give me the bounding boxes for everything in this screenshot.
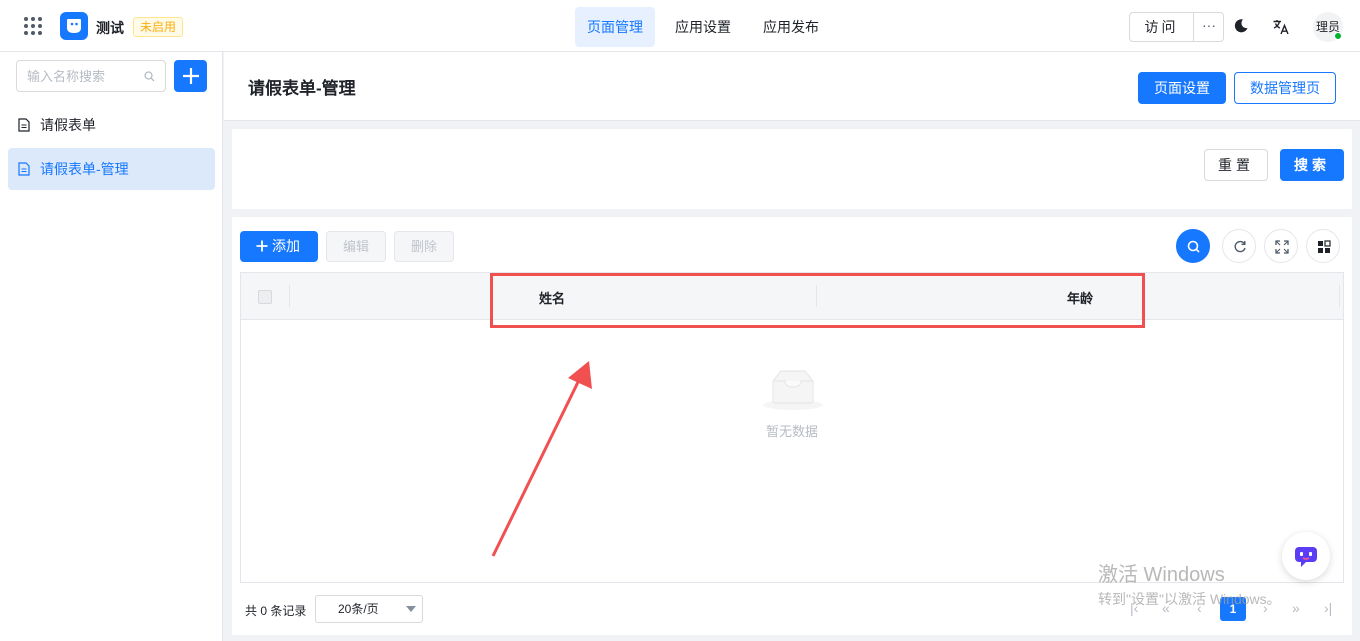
current-page-button[interactable]: 1 <box>1220 597 1246 621</box>
grid-layout-icon <box>1318 240 1331 253</box>
table-panel: 添加 编辑 删除 姓名 年龄 暂无数据 共 0 条记录 20条/页 |‹ « ‹… <box>232 217 1352 635</box>
table-search-button[interactable] <box>1176 229 1210 263</box>
fullscreen-button[interactable] <box>1264 229 1298 263</box>
refresh-icon <box>1234 240 1246 253</box>
select-all-checkbox[interactable] <box>258 290 272 304</box>
sidebar-item-leave-form-manage[interactable]: 请假表单-管理 <box>8 148 215 190</box>
first-page-icon[interactable]: |‹ <box>1130 601 1138 615</box>
app-grid-icon[interactable] <box>24 17 42 35</box>
tab-app-settings[interactable]: 应用设置 <box>663 7 743 47</box>
prev-page-icon[interactable]: ‹ <box>1197 601 1202 615</box>
user-avatar[interactable]: 理员 <box>1313 12 1343 42</box>
page-size-value: 20条/页 <box>338 602 379 616</box>
table-header: 姓名 年龄 <box>241 273 1343 320</box>
column-divider <box>289 285 290 307</box>
page-search-box <box>16 60 166 92</box>
dark-mode-moon-icon[interactable] <box>1233 18 1249 34</box>
add-record-button[interactable]: 添加 <box>240 231 318 262</box>
sidebar-item-leave-form[interactable]: 请假表单 <box>8 104 215 146</box>
tab-page-management[interactable]: 页面管理 <box>575 7 655 47</box>
column-settings-button[interactable] <box>1306 229 1340 263</box>
plus-icon <box>183 68 199 84</box>
sidebar-item-label: 请假表单-管理 <box>40 161 129 177</box>
visit-button[interactable]: 访问 <box>1130 13 1194 41</box>
top-header: 测试 未启用 页面管理 应用设置 应用发布 访问 ··· 理员 <box>0 0 1360 52</box>
next-page-icon[interactable]: › <box>1263 601 1268 615</box>
chatbot-icon <box>1295 547 1317 567</box>
edit-button[interactable]: 编辑 <box>326 231 386 262</box>
page-header: 请假表单-管理 页面设置 数据管理页 <box>224 52 1360 121</box>
sidebar-item-label: 请假表单 <box>40 117 96 133</box>
language-translate-icon[interactable] <box>1272 18 1290 36</box>
pagination-total: 共 0 条记录 <box>245 604 307 618</box>
next-five-pages-icon[interactable]: » <box>1292 601 1300 615</box>
page-search-input[interactable] <box>27 67 137 85</box>
visit-button-group: 访问 ··· <box>1129 12 1224 42</box>
column-divider <box>816 285 817 307</box>
app-name: 测试 <box>96 20 124 36</box>
online-status-dot <box>1334 32 1342 40</box>
more-options-button[interactable]: ··· <box>1194 13 1224 41</box>
document-icon <box>18 118 30 132</box>
delete-button[interactable]: 删除 <box>394 231 454 262</box>
page-size-select[interactable]: 20条/页 <box>315 595 423 623</box>
ai-assistant-button[interactable] <box>1282 532 1330 580</box>
empty-state-text: 暂无数据 <box>765 424 818 439</box>
data-table: 姓名 年龄 暂无数据 <box>240 272 1344 583</box>
sidebar: 请假表单 请假表单-管理 <box>0 52 223 641</box>
app-status-badge: 未启用 <box>133 17 184 37</box>
data-manage-page-button[interactable]: 数据管理页 <box>1234 72 1336 104</box>
filter-panel: 重置 搜索 <box>232 129 1352 209</box>
add-button-label: 添加 <box>272 238 300 254</box>
column-header-age[interactable]: 年龄 <box>1067 288 1093 307</box>
app-logo-icon <box>60 12 88 40</box>
plus-icon <box>256 240 268 252</box>
search-icon <box>1187 240 1200 253</box>
page-settings-button[interactable]: 页面设置 <box>1138 72 1226 104</box>
fullscreen-icon <box>1275 240 1289 254</box>
column-header-name[interactable]: 姓名 <box>539 288 565 307</box>
chevron-down-icon <box>406 606 416 612</box>
document-icon <box>18 162 30 176</box>
page-title: 请假表单-管理 <box>248 79 356 98</box>
last-page-icon[interactable]: ›| <box>1324 601 1332 615</box>
refresh-button[interactable] <box>1222 229 1256 263</box>
search-button[interactable]: 搜索 <box>1280 149 1344 181</box>
reset-button[interactable]: 重置 <box>1204 149 1268 181</box>
empty-inbox-icon <box>763 370 823 410</box>
prev-five-pages-icon[interactable]: « <box>1162 601 1170 615</box>
tab-app-publish[interactable]: 应用发布 <box>751 7 831 47</box>
column-divider <box>1339 285 1340 307</box>
add-page-button[interactable] <box>174 60 207 92</box>
search-icon <box>144 71 155 82</box>
